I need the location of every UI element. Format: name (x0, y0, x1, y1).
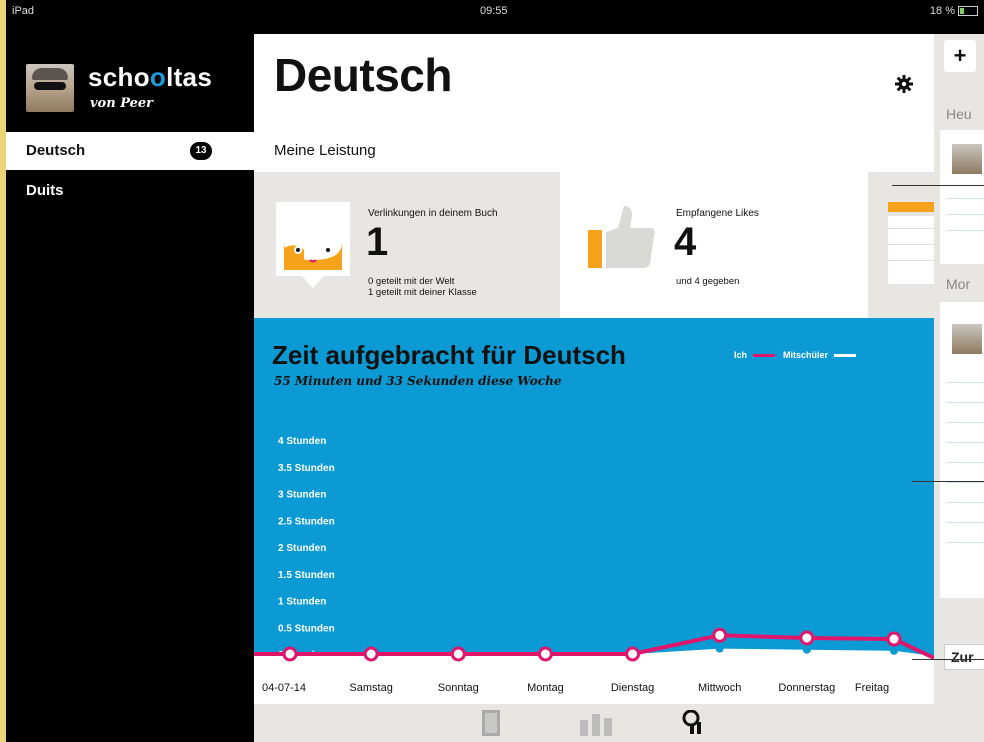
stat-card-links: Verlinkungen in deinem Buch 1 0 geteilt … (254, 172, 560, 318)
point-ich (363, 646, 379, 662)
avatar (952, 144, 982, 174)
stat-value: 4 (674, 220, 697, 264)
x-tick-label: Freitag (855, 682, 889, 694)
bottom-toolbar (254, 704, 934, 742)
status-time: 09:55 (480, 5, 508, 17)
x-tick-label: Sonntag (438, 682, 479, 694)
stat-label: Empfangene Likes (676, 208, 759, 219)
stat-sub: 0 geteilt mit der Welt (368, 276, 455, 287)
x-tick-label: Samstag (349, 682, 392, 694)
y-tick-label: 3.5 Stunden (278, 463, 335, 474)
x-tick-label: Mittwoch (698, 682, 741, 694)
feed-card[interactable] (940, 302, 984, 598)
point-ich (282, 646, 298, 662)
add-button[interactable]: + (944, 40, 976, 72)
sidebar-item-deutsch[interactable]: Deutsch 13 (6, 132, 254, 170)
point-ich (712, 627, 728, 643)
x-tick-label: Dienstag (611, 682, 654, 694)
sidebar-item-label: Deutsch (26, 142, 86, 159)
y-tick-label: 1.5 Stunden (278, 570, 335, 581)
count-badge: 13 (190, 142, 212, 160)
sidebar: schooltas von Peer Deutsch 13 Duits (6, 34, 254, 742)
panel-label-today: Heu (946, 106, 972, 122)
sidebar-item-label: Duits (26, 182, 64, 199)
app-logo: schooltas (88, 62, 213, 92)
stat-label: Verlinkungen in deinem Buch (368, 208, 498, 219)
y-tick-label: 3 Stunden (278, 490, 326, 501)
ipad-screen: iPad 09:55 18 % schooltas von Peer Deuts… (6, 0, 984, 742)
battery-percent: 18 % (929, 5, 955, 17)
panel-label-tomorrow: Mor (946, 276, 971, 292)
thumbs-up-icon (588, 206, 655, 268)
y-tick-label: 2 Stunden (278, 543, 326, 554)
profile-header: schooltas von Peer (6, 34, 254, 126)
point-mitschueler (715, 644, 724, 653)
point-mitschueler (890, 646, 898, 655)
right-panel: + Heu Mor Zur (934, 34, 984, 742)
section-title: Meine Leistung (274, 142, 376, 159)
time-chart: Zeit aufgebracht für Deutsch 55 Minuten … (254, 318, 934, 704)
connector-line (912, 481, 984, 482)
point-ich (886, 631, 902, 647)
stats-row: Verlinkungen in deinem Buch 1 0 geteilt … (254, 172, 934, 318)
connector-line (912, 659, 984, 660)
people-icon[interactable] (580, 712, 612, 736)
stats-icon[interactable] (682, 710, 704, 734)
user-byline: von Peer (90, 96, 154, 111)
main-content: Deutsch Meine Leistung Verlinkungen in d… (254, 34, 934, 742)
sidebar-item-duits[interactable]: Duits (6, 172, 254, 210)
panel-button[interactable]: Zur (944, 644, 984, 670)
point-ich (799, 630, 815, 646)
point-ich (537, 646, 553, 662)
series-area-mitschueler (254, 648, 934, 704)
point-mitschueler (802, 645, 811, 654)
y-tick-label: 1 Stunden (278, 597, 326, 608)
stat-card-partial (868, 172, 934, 318)
stat-sub: und 4 gegeben (676, 276, 740, 287)
stat-sub: 1 geteilt mit deiner Klasse (368, 287, 477, 298)
feed-card[interactable] (940, 130, 984, 264)
device-label: iPad (12, 5, 35, 17)
connector-line (892, 185, 984, 186)
y-tick-label: 2.5 Stunden (278, 516, 335, 527)
y-tick-label: 4 Stunden (278, 436, 326, 447)
stat-card-likes: Empfangene Likes 4 und 4 gegeben (560, 172, 868, 318)
point-ich (450, 646, 466, 662)
ghost-mascot-icon (276, 202, 350, 288)
gear-icon[interactable] (894, 74, 914, 94)
stat-value: 1 (366, 220, 389, 264)
avatar (952, 324, 982, 354)
x-tick-label: 04-07-14 (262, 682, 306, 694)
x-tick-label: Montag (527, 682, 564, 694)
page-title: Deutsch (274, 49, 452, 101)
book-icon[interactable] (482, 710, 500, 736)
x-tick-label: Donnerstag (778, 682, 835, 694)
y-tick-label: 0.5 Stunden (278, 623, 335, 634)
battery-icon (958, 6, 978, 17)
avatar[interactable] (26, 64, 74, 112)
chart-plot: 4 Stunden 3.5 Stunden 3 Stunden 2.5 Stunden… (254, 436, 934, 704)
status-bar: iPad 09:55 18 % (6, 0, 984, 22)
point-ich (625, 646, 641, 662)
battery-indicator: 18 % (930, 5, 978, 17)
